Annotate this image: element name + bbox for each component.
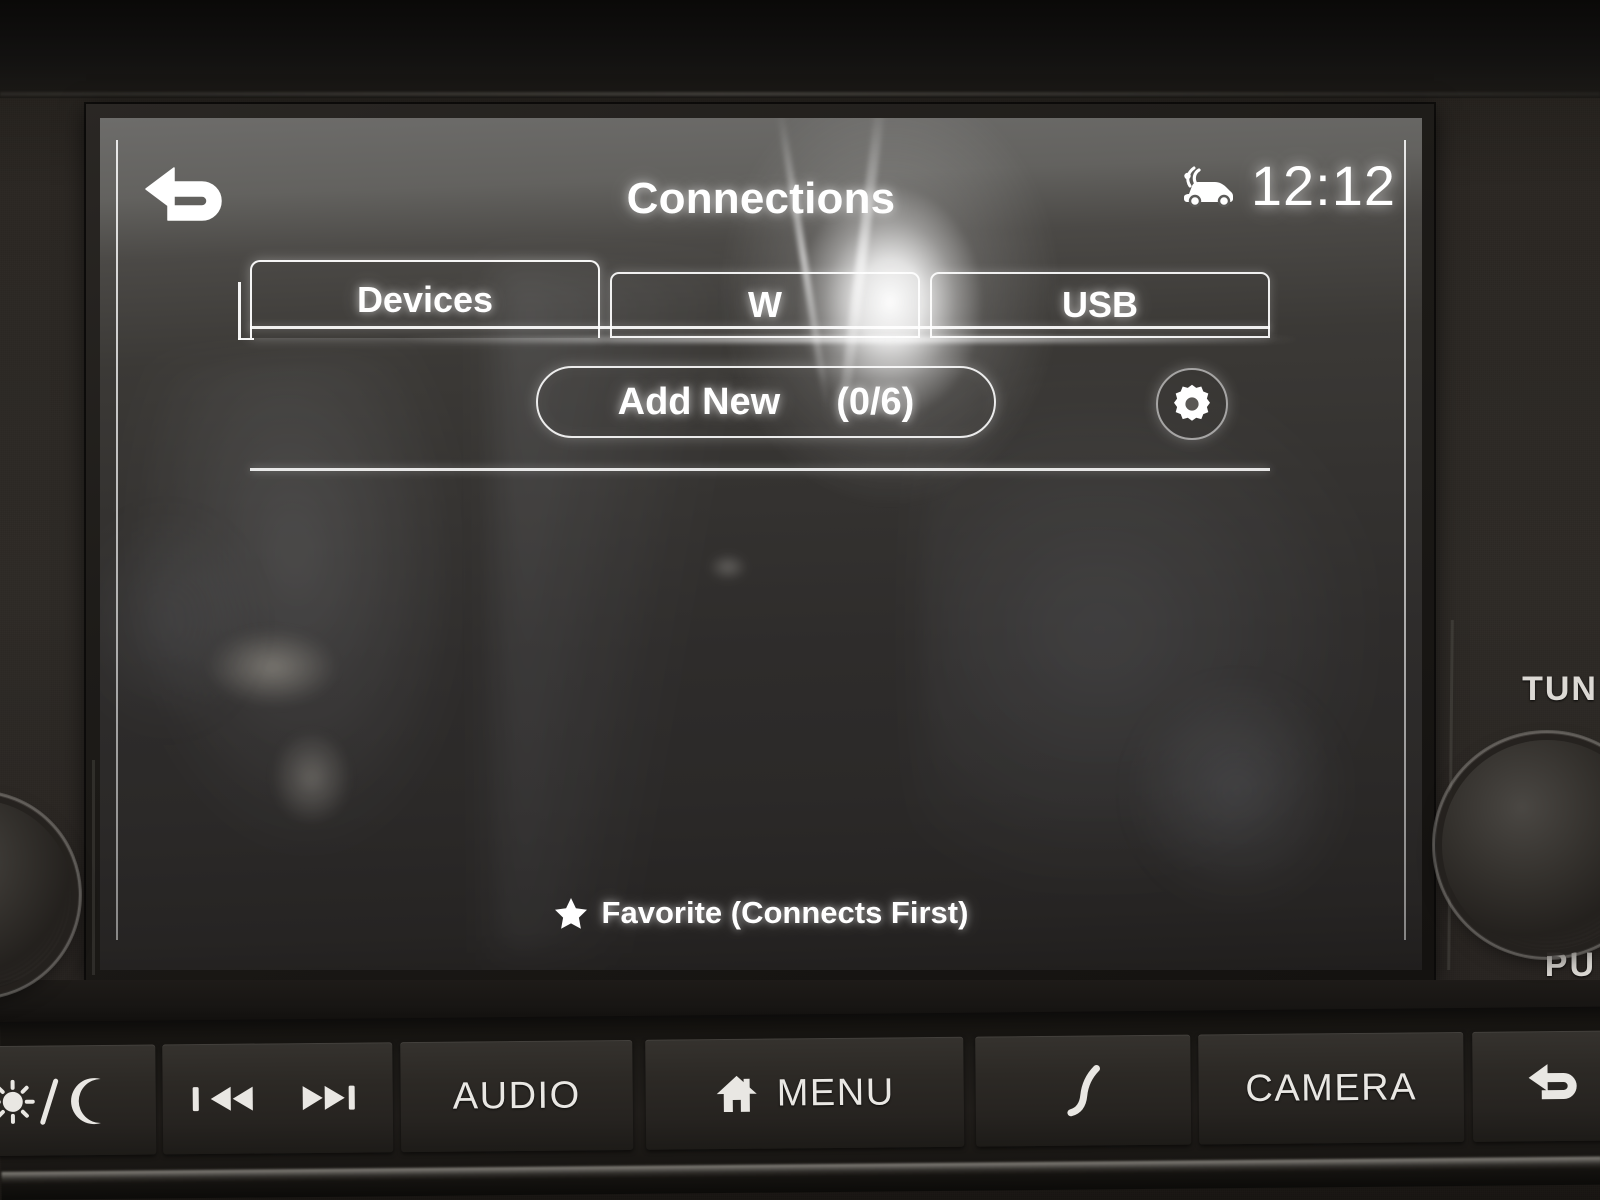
add-new-count: (0/6) <box>836 380 915 423</box>
key-audio-label: AUDIO <box>452 1073 581 1118</box>
screen-header: Connections 12:12 <box>100 148 1422 240</box>
add-new-label: Add New <box>617 380 781 423</box>
hood-edge-highlight <box>0 92 1600 96</box>
back-arrow-icon <box>1525 1060 1587 1113</box>
screen-ui: Connections 12:12 Devices W USB Add New … <box>100 118 1422 970</box>
tune-knob[interactable] <box>1432 730 1600 960</box>
infotainment-screen[interactable]: Connections 12:12 Devices W USB Add New … <box>100 118 1422 970</box>
add-new-button[interactable]: Add New (0/6) <box>536 366 996 438</box>
key-menu[interactable]: MENU <box>645 1036 965 1150</box>
star-icon <box>554 897 588 930</box>
favorite-legend-text: Favorite (Connects First) <box>601 895 969 930</box>
home-icon <box>715 1073 759 1115</box>
ui-frame-left-rail <box>116 140 118 940</box>
screen-hood <box>0 0 1600 98</box>
favorite-legend: Favorite (Connects First) <box>100 888 1422 938</box>
tab-devices-label: Devices <box>356 279 494 320</box>
hard-key-panel: AUDIO MENU CAMERA <box>0 1006 1600 1200</box>
device-list <box>250 478 1270 878</box>
key-panel-chrome-strip <box>1 1156 1600 1184</box>
key-phone[interactable] <box>975 1034 1192 1147</box>
key-day-night[interactable] <box>0 1044 157 1157</box>
key-camera[interactable]: CAMERA <box>1198 1031 1465 1145</box>
key-camera-label: CAMERA <box>1245 1065 1418 1110</box>
tab-usb[interactable]: USB <box>930 272 1270 338</box>
settings-button[interactable] <box>1156 368 1228 440</box>
left-panel-seam <box>92 760 95 975</box>
tab-wifi[interactable]: W <box>610 272 920 338</box>
prev-next-icon <box>183 1075 373 1121</box>
tab-usb-label: USB <box>1061 284 1138 325</box>
head-unit-photo: Connections 12:12 Devices W USB Add New … <box>0 0 1600 1200</box>
device-toolbar: Add New (0/6) <box>100 366 1422 446</box>
tune-knob-label: TUN <box>1522 670 1598 708</box>
key-prev-next[interactable] <box>162 1042 394 1155</box>
connected-car-icon <box>1181 164 1235 208</box>
gear-icon <box>1170 382 1214 426</box>
tab-bar: Devices W USB <box>238 260 1270 340</box>
tab-wifi-label: W <box>748 284 782 325</box>
sun-moon-icon <box>0 1071 129 1130</box>
clock: 12:12 <box>1250 154 1396 217</box>
content-divider <box>250 468 1270 471</box>
key-audio[interactable]: AUDIO <box>400 1039 634 1153</box>
phone-icon <box>1058 1062 1109 1118</box>
header-status-area: 12:12 <box>1181 158 1396 214</box>
key-back[interactable] <box>1472 1030 1600 1142</box>
ui-frame-right-rail <box>1404 140 1406 940</box>
key-menu-label: MENU <box>776 1070 895 1115</box>
tab-devices[interactable]: Devices <box>238 260 600 340</box>
